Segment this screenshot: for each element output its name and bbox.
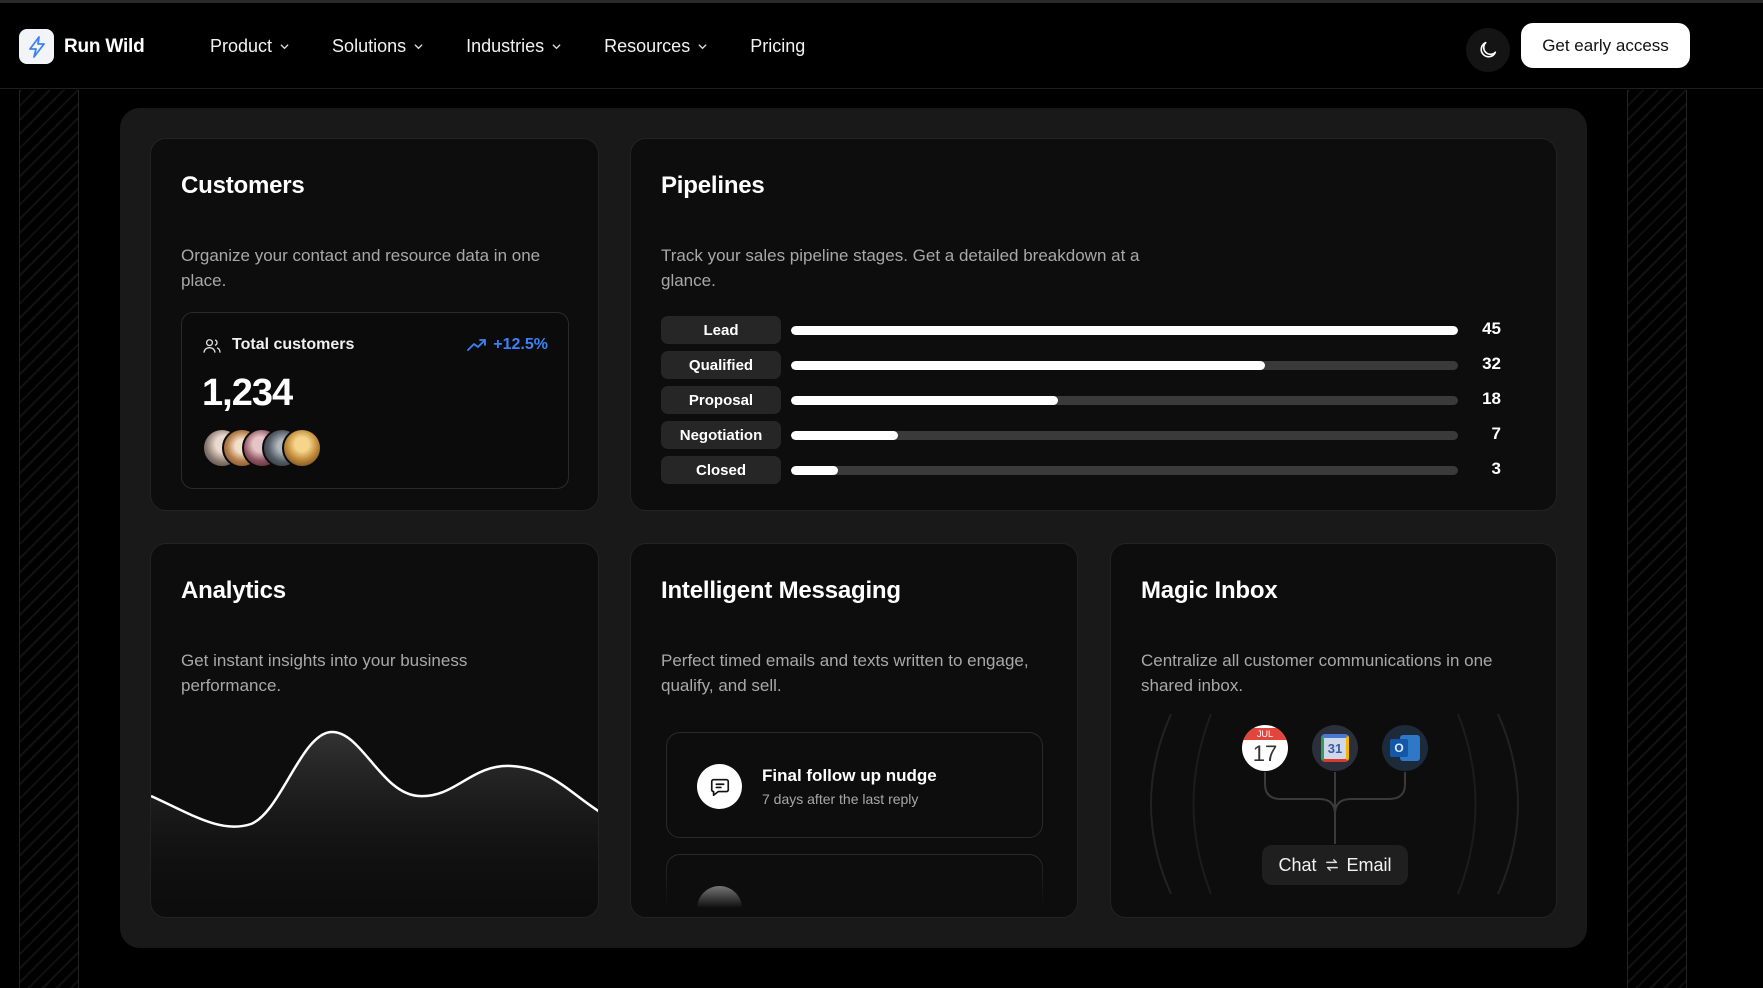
decorative-rail-left (19, 90, 79, 988)
pipeline-progress-fill (791, 431, 898, 440)
chevron-down-icon (552, 44, 561, 50)
menu-item-product[interactable]: Product (210, 36, 290, 57)
menu-item-pricing[interactable]: Pricing (750, 36, 805, 57)
scroll-fade (631, 857, 1077, 917)
menu-item-label: Product (210, 36, 273, 56)
calendar-day: 17 (1252, 741, 1278, 766)
growth-badge: +12.5% (467, 336, 548, 354)
pipeline-progress-track (791, 396, 1458, 405)
total-customers-widget: Total customers +12.5% 1,234 (181, 312, 569, 489)
logo-icon[interactable] (19, 29, 54, 64)
theme-toggle-button[interactable] (1466, 28, 1510, 72)
avatar (282, 428, 322, 468)
pipeline-progress-track (791, 431, 1458, 440)
pipeline-stage-label: Closed (661, 456, 781, 484)
moon-icon (1480, 41, 1497, 58)
top-navigation: Run Wild Product Solutions Industries Re… (0, 3, 1763, 89)
pipeline-stage-count: 32 (1482, 354, 1501, 373)
swap-icon (1325, 859, 1338, 871)
pipeline-progress-fill (791, 396, 1058, 405)
channel-toggle-chip[interactable]: Chat Email (1262, 845, 1408, 885)
analytics-trend-chart (151, 730, 598, 917)
analytics-card: Analytics Get instant insights into your… (150, 543, 599, 918)
chip-email-label: Email (1346, 854, 1392, 875)
brand-name[interactable]: Run Wild (64, 36, 145, 58)
outlook-icon: O (1382, 725, 1428, 771)
menu-item-industries[interactable]: Industries (466, 36, 562, 57)
chevron-down-icon (698, 44, 707, 50)
message-subtitle: 7 days after the last reply (762, 791, 919, 807)
message-title: Final follow up nudge (762, 766, 937, 785)
pipeline-progress-track (791, 361, 1458, 370)
growth-value: +12.5% (493, 336, 548, 353)
pipeline-progress-fill (791, 466, 838, 475)
pipeline-row: Closed 3 (661, 456, 1501, 484)
messaging-card: Intelligent Messaging Perfect timed emai… (630, 543, 1078, 918)
card-description: Organize your contact and resource data … (181, 246, 541, 290)
card-description: Track your sales pipeline stages. Get a … (661, 246, 1140, 290)
avatar-stack (202, 428, 322, 468)
get-early-access-button[interactable]: Get early access (1521, 23, 1690, 68)
google-calendar-day: 31 (1327, 741, 1343, 756)
menu-item-label: Solutions (332, 36, 407, 56)
pipelines-card: Pipelines Track your sales pipeline stag… (630, 138, 1557, 511)
inbox-card: Magic Inbox Centralize all customer comm… (1110, 543, 1557, 918)
pipeline-row: Negotiation 7 (661, 421, 1501, 449)
chevron-down-icon (280, 44, 289, 50)
customers-card: Customers Organize your contact and reso… (150, 138, 599, 511)
pipeline-stage-label: Lead (661, 316, 781, 344)
chevron-down-icon (414, 44, 423, 50)
message-item[interactable]: Final follow up nudge 7 days after the l… (666, 732, 1043, 838)
decorative-rail-right (1627, 90, 1687, 988)
pipeline-progress-fill (791, 361, 1266, 370)
pipeline-stage-count: 3 (1491, 459, 1501, 478)
total-customers-value: 1,234 (202, 372, 293, 414)
pipeline-stage-label: Qualified (661, 351, 781, 379)
users-icon (203, 339, 221, 353)
pipeline-progress-track (791, 466, 1458, 475)
total-customers-label: Total customers (232, 336, 355, 353)
pipeline-stage-label: Negotiation (661, 421, 781, 449)
chat-bubble-icon (697, 764, 742, 809)
pipeline-progress-track (791, 326, 1458, 335)
menu-item-label: Pricing (750, 36, 806, 56)
card-title: Pipelines (661, 172, 765, 199)
calendar-icon: JUL 17 (1242, 725, 1288, 771)
pipeline-row: Qualified 32 (661, 351, 1501, 379)
trending-up-icon (467, 339, 487, 351)
menu-item-solutions[interactable]: Solutions (332, 36, 424, 57)
google-calendar-icon: 31 (1312, 725, 1358, 771)
card-title: Customers (181, 172, 305, 199)
features-panel: Customers Organize your contact and reso… (120, 108, 1587, 948)
pipeline-stage-count: 7 (1491, 424, 1501, 443)
card-description: Perfect timed emails and texts written t… (661, 651, 1029, 695)
pipeline-stage-label: Proposal (661, 386, 781, 414)
pipeline-stage-count: 18 (1482, 389, 1501, 408)
pipeline-stage-count: 45 (1482, 319, 1501, 338)
chip-chat-label: Chat (1278, 854, 1317, 875)
menu-item-label: Resources (604, 36, 691, 56)
outlook-letter: O (1390, 739, 1408, 757)
pipeline-row: Lead 45 (661, 316, 1501, 344)
menu-item-resources[interactable]: Resources (604, 36, 708, 57)
menu-item-label: Industries (466, 36, 545, 56)
pipeline-progress-fill (791, 326, 1458, 335)
card-title: Intelligent Messaging (661, 577, 901, 604)
pipeline-row: Proposal 18 (661, 386, 1501, 414)
main-menu: Product Solutions Industries Resources P… (210, 36, 847, 57)
